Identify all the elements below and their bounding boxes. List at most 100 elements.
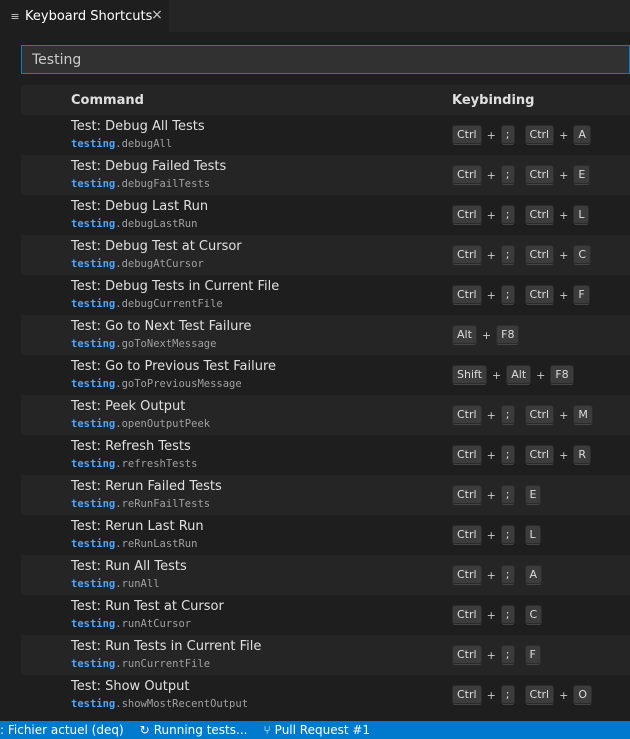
key-plus: + (486, 608, 496, 622)
table-row[interactable]: Test: Go to Next Test Failure testing.goT… (21, 315, 630, 355)
tab-title: Keyboard Shortcuts (25, 8, 153, 24)
command-title: Test: Debug All Tests (71, 119, 205, 134)
column-header-keybinding[interactable]: Keybinding (452, 93, 534, 108)
search-input[interactable] (21, 45, 630, 74)
key-cap: C (573, 245, 591, 265)
key-plus: + (559, 408, 569, 422)
table-row[interactable]: Test: Debug Failed Tests testing.debugFai… (21, 155, 630, 195)
keybinding: Ctrl +; E (452, 485, 542, 505)
keybinding: Ctrl +; Ctrl + E (452, 165, 591, 185)
command-id: testing.openOutputPeek (71, 418, 210, 430)
key-cap: Ctrl (524, 445, 555, 465)
tab-keyboard-shortcuts[interactable]: ≡ Keyboard Shortcuts × (0, 0, 170, 32)
key-cap: Ctrl (452, 525, 482, 545)
command-namespace: testing (71, 138, 116, 150)
key-cap: ; (500, 685, 515, 705)
keybinding: Ctrl +; A (452, 565, 543, 585)
command-title: Test: Refresh Tests (71, 439, 191, 454)
table-row[interactable]: Test: Peek Output testing.openOutputPeek C… (21, 395, 630, 435)
key-cap: ; (500, 245, 515, 265)
command-name: .runAtCursor (115, 618, 192, 630)
status-item[interactable]: ↻ Running tests... (140, 723, 248, 737)
command-id: testing.showMostRecentOutput (71, 698, 248, 710)
command-title: Test: Rerun Last Run (71, 519, 204, 534)
git-pull-request-icon: ⑂ (263, 723, 271, 737)
key-cap: ; (500, 405, 515, 425)
command-id: testing.goToPreviousMessage (71, 378, 242, 390)
command-namespace: testing (71, 378, 116, 390)
keybinding: Ctrl +; Ctrl + M (452, 405, 593, 425)
table-row[interactable]: Test: Rerun Last Run testing.reRunLastRun… (21, 515, 630, 555)
command-title: Test: Debug Tests in Current File (71, 279, 280, 294)
command-name: .openOutputPeek (115, 418, 211, 430)
key-plus: + (486, 168, 496, 182)
close-icon[interactable]: × (150, 7, 164, 23)
status-item-label: Pull Request #1 (274, 723, 371, 737)
command-id: testing.goToNextMessage (71, 338, 216, 350)
key-cap: Ctrl (524, 205, 555, 225)
keybinding: Ctrl +; Ctrl + L (452, 205, 590, 225)
command-title: Test: Peek Output (71, 399, 186, 414)
command-namespace: testing (71, 578, 116, 590)
key-cap: Ctrl (452, 165, 482, 185)
keybinding: Ctrl +; Ctrl + R (452, 445, 591, 465)
command-name: .goToNextMessage (115, 338, 217, 350)
key-cap: M (573, 405, 593, 425)
key-cap: Ctrl (452, 485, 482, 505)
key-cap: E (524, 485, 542, 505)
keybinding: Ctrl +; Ctrl + F (452, 285, 590, 305)
command-namespace: testing (71, 418, 116, 430)
command-id: testing.debugFailTests (71, 178, 210, 190)
command-id: testing.refreshTests (71, 458, 197, 470)
command-name: .refreshTests (115, 458, 198, 470)
command-namespace: testing (71, 338, 116, 350)
command-name: .goToPreviousMessage (115, 378, 242, 390)
table-row[interactable]: Test: Go to Previous Test Failure testing… (21, 355, 630, 395)
status-item[interactable]: ⑂ Pull Request #1 (263, 723, 370, 737)
key-cap: Ctrl (452, 605, 482, 625)
sync-icon: ↻ (139, 723, 150, 737)
key-cap: Alt (452, 325, 477, 345)
key-plus: + (492, 368, 502, 382)
key-plus: + (486, 568, 496, 582)
key-plus: + (486, 488, 496, 502)
command-title: Test: Go to Next Test Failure (71, 319, 252, 334)
table-row[interactable]: Test: Show Output testing.showMostRecentO… (21, 675, 630, 715)
key-cap: Ctrl (452, 565, 482, 585)
column-header-command[interactable]: Command (71, 93, 144, 108)
table-row[interactable]: Test: Debug Last Run testing.debugLastRun… (21, 195, 630, 235)
key-cap: ; (500, 485, 515, 505)
keybinding: Ctrl +; F (452, 645, 541, 665)
keybinding: Alt + F8 (452, 325, 520, 345)
command-id: testing.debugCurrentFile (71, 298, 223, 310)
list-icon: ≡ (10, 9, 20, 23)
table-row[interactable]: Test: Debug Test at Cursor testing.debugA… (21, 235, 630, 275)
key-cap: Ctrl (524, 285, 555, 305)
key-plus: + (486, 248, 496, 262)
table-row[interactable]: Test: Refresh Tests testing.refreshTests C… (21, 435, 630, 475)
status-item[interactable]: : Fichier actuel (deq) (0, 723, 124, 737)
command-namespace: testing (71, 658, 116, 670)
key-cap: F8 (550, 365, 574, 385)
key-plus: + (559, 208, 569, 222)
command-name: .debugAtCursor (115, 258, 204, 270)
key-plus: + (486, 448, 496, 462)
key-plus: + (559, 688, 569, 702)
key-cap: F8 (496, 325, 520, 345)
command-id: testing.runCurrentFile (71, 658, 210, 670)
table-row[interactable]: Test: Run Tests in Current File testing.r… (21, 635, 630, 675)
table-row[interactable]: Test: Debug All Tests testing.debugAll Ctr… (21, 115, 630, 155)
table-row[interactable]: Test: Debug Tests in Current File testing… (21, 275, 630, 315)
table-row[interactable]: Test: Rerun Failed Tests testing.reRunFai… (21, 475, 630, 515)
key-plus: + (559, 288, 569, 302)
key-cap: Ctrl (452, 285, 482, 305)
key-cap: L (573, 205, 590, 225)
key-cap: ; (500, 285, 515, 305)
key-plus: + (486, 408, 496, 422)
key-cap: Ctrl (524, 125, 555, 145)
command-id: testing.reRunLastRun (71, 538, 197, 550)
keybindings-table: Command Keybinding Test: Debug All Tests… (21, 85, 630, 715)
command-namespace: testing (71, 458, 116, 470)
table-row[interactable]: Test: Run Test at Cursor testing.runAtCur… (21, 595, 630, 635)
table-row[interactable]: Test: Run All Tests testing.runAll Ctrl +; A (21, 555, 630, 595)
